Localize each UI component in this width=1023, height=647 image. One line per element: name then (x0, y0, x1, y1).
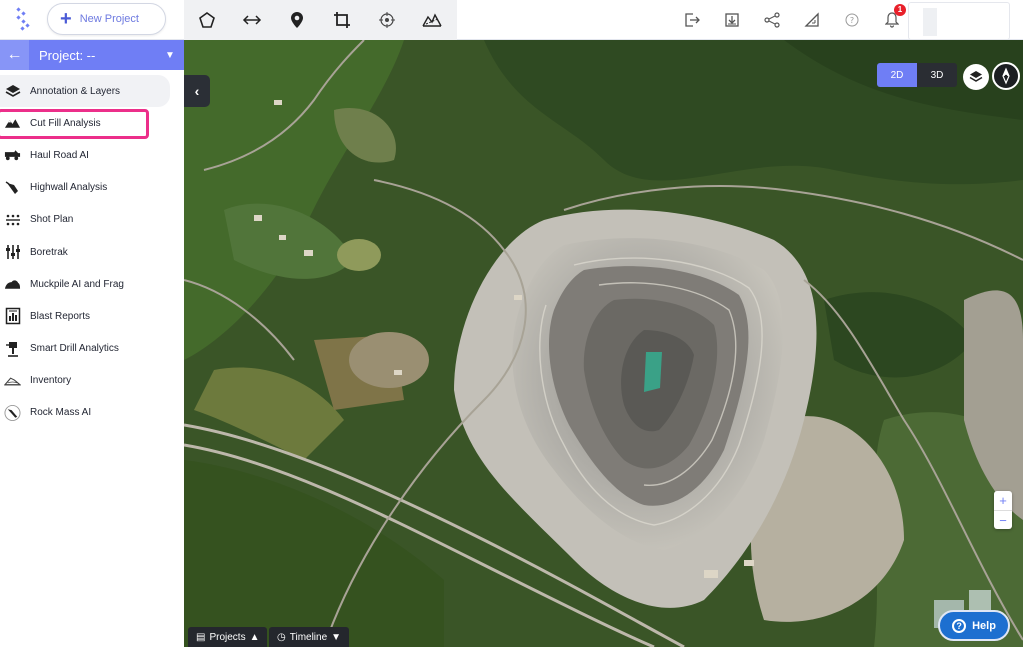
drill-icon (4, 340, 21, 357)
location-pin-icon[interactable] (274, 0, 319, 40)
rock-mass-icon (4, 404, 21, 421)
layers-icon (4, 83, 21, 100)
download-icon[interactable] (712, 0, 752, 40)
sidebar-item-annotation-layers[interactable]: Annotation & Layers (0, 75, 170, 108)
notification-badge: 1 (894, 4, 906, 16)
clock-icon: ◷ (277, 631, 286, 643)
collapse-sidebar-button[interactable]: ‹ (184, 75, 210, 107)
project-header: ← Project: -- ▼ (0, 40, 184, 70)
highwall-icon (4, 179, 21, 196)
view-2d-button[interactable]: 2D (877, 63, 917, 87)
view-mode-toggle: 2D 3D (877, 63, 957, 87)
report-icon (4, 308, 21, 325)
help-button[interactable]: ? Help (938, 610, 1010, 641)
caret-down-icon[interactable]: ▼ (156, 40, 184, 70)
sidebar-item-label: Muckpile AI and Frag (30, 278, 124, 290)
sidebar-item-label: Shot Plan (30, 214, 74, 226)
sidebar-item-blast-reports[interactable]: Blast Reports (0, 300, 184, 332)
zoom-in-button[interactable]: + (994, 491, 1012, 510)
header-actions: ? 1 (672, 0, 912, 40)
polygon-icon[interactable] (184, 0, 229, 40)
top-bar: + New Project ? 1 (0, 0, 1023, 40)
stockpile-icon (4, 372, 21, 389)
sidebar-item-label: Cut Fill Analysis (30, 117, 101, 129)
back-arrow-icon[interactable]: ← (0, 40, 29, 70)
sidebar-item-label: Highwall Analysis (30, 182, 108, 194)
new-project-label: New Project (79, 13, 139, 25)
map-layers-button[interactable] (963, 64, 989, 90)
zoom-out-button[interactable]: − (994, 510, 1012, 529)
bell-icon[interactable]: 1 (872, 0, 912, 40)
compass-button[interactable] (992, 62, 1020, 90)
sidebar-item-shot-plan[interactable]: Shot Plan (0, 204, 184, 236)
zoom-control: + − (994, 491, 1012, 529)
caret-up-icon: ▲ (249, 631, 260, 643)
share-icon[interactable] (752, 0, 792, 40)
app-logo-icon[interactable] (14, 7, 32, 33)
svg-text:?: ? (850, 16, 854, 25)
truck-icon (4, 147, 21, 164)
crop-icon[interactable] (319, 0, 364, 40)
elevation-profile-icon[interactable] (409, 0, 454, 40)
sidebar-item-muckpile-ai-frag[interactable]: Muckpile AI and Frag (0, 268, 184, 300)
help-label: Help (972, 619, 996, 632)
sidebar-item-cut-fill-analysis[interactable]: Cut Fill Analysis (0, 107, 184, 140)
analysis-menu: Annotation & Layers Cut Fill Analysis Ha… (0, 75, 184, 429)
sidebar-item-smart-drill-analytics[interactable]: Smart Drill Analytics (0, 333, 184, 365)
new-project-button[interactable]: + New Project (47, 3, 166, 35)
muckpile-icon (4, 276, 21, 293)
sidebar-item-haul-road-ai[interactable]: Haul Road AI (0, 139, 184, 171)
sidebar-item-label: Smart Drill Analytics (30, 343, 119, 355)
plus-icon: + (60, 8, 72, 30)
avatar (923, 8, 937, 36)
sidebar-item-boretrak[interactable]: Boretrak (0, 236, 184, 268)
mountain-icon (4, 115, 21, 132)
sidebar-item-label: Inventory (30, 375, 72, 387)
document-icon: ▤ (196, 631, 206, 643)
sidebar-item-rock-mass-ai[interactable]: Rock Mass AI (0, 397, 184, 429)
help-circle-icon[interactable]: ? (832, 0, 872, 40)
project-title[interactable]: Project: -- (29, 40, 156, 70)
caret-down-icon: ▼ (331, 631, 342, 643)
timeline-tab[interactable]: ◷ Timeline ▼ (269, 627, 350, 647)
projects-tab[interactable]: ▤ Projects ▲ (188, 627, 268, 647)
boretrak-icon (4, 244, 21, 261)
sidebar-item-label: Boretrak (30, 246, 68, 258)
sidebar: ← Project: -- ▼ Annotation & Layers Cut … (0, 40, 184, 647)
question-icon: ? (952, 618, 967, 633)
view-3d-button[interactable]: 3D (917, 63, 957, 87)
drawing-toolbar (184, 0, 457, 40)
ruler-triangle-icon[interactable] (792, 0, 832, 40)
export-icon[interactable] (672, 0, 712, 40)
compass-icon (1002, 67, 1010, 85)
map-view[interactable]: ‹ 2D 3D + − ? Help ▤ Projects ▲ ◷ Timeli… (184, 40, 1023, 647)
timeline-tab-label: Timeline (289, 631, 328, 643)
target-icon[interactable] (364, 0, 409, 40)
measure-distance-icon[interactable] (229, 0, 274, 40)
satellite-imagery (184, 40, 1023, 647)
shot-plan-icon (4, 211, 21, 228)
sidebar-item-label: Rock Mass AI (30, 407, 92, 419)
layers-icon (969, 71, 983, 82)
sidebar-item-inventory[interactable]: Inventory (0, 365, 184, 397)
sidebar-item-label: Haul Road AI (30, 149, 89, 161)
sidebar-item-highwall-analysis[interactable]: Highwall Analysis (0, 172, 184, 204)
sidebar-item-label: Blast Reports (30, 310, 91, 322)
projects-tab-label: Projects (209, 631, 246, 643)
sidebar-item-label: Annotation & Layers (30, 85, 121, 97)
user-menu[interactable] (908, 2, 1010, 40)
